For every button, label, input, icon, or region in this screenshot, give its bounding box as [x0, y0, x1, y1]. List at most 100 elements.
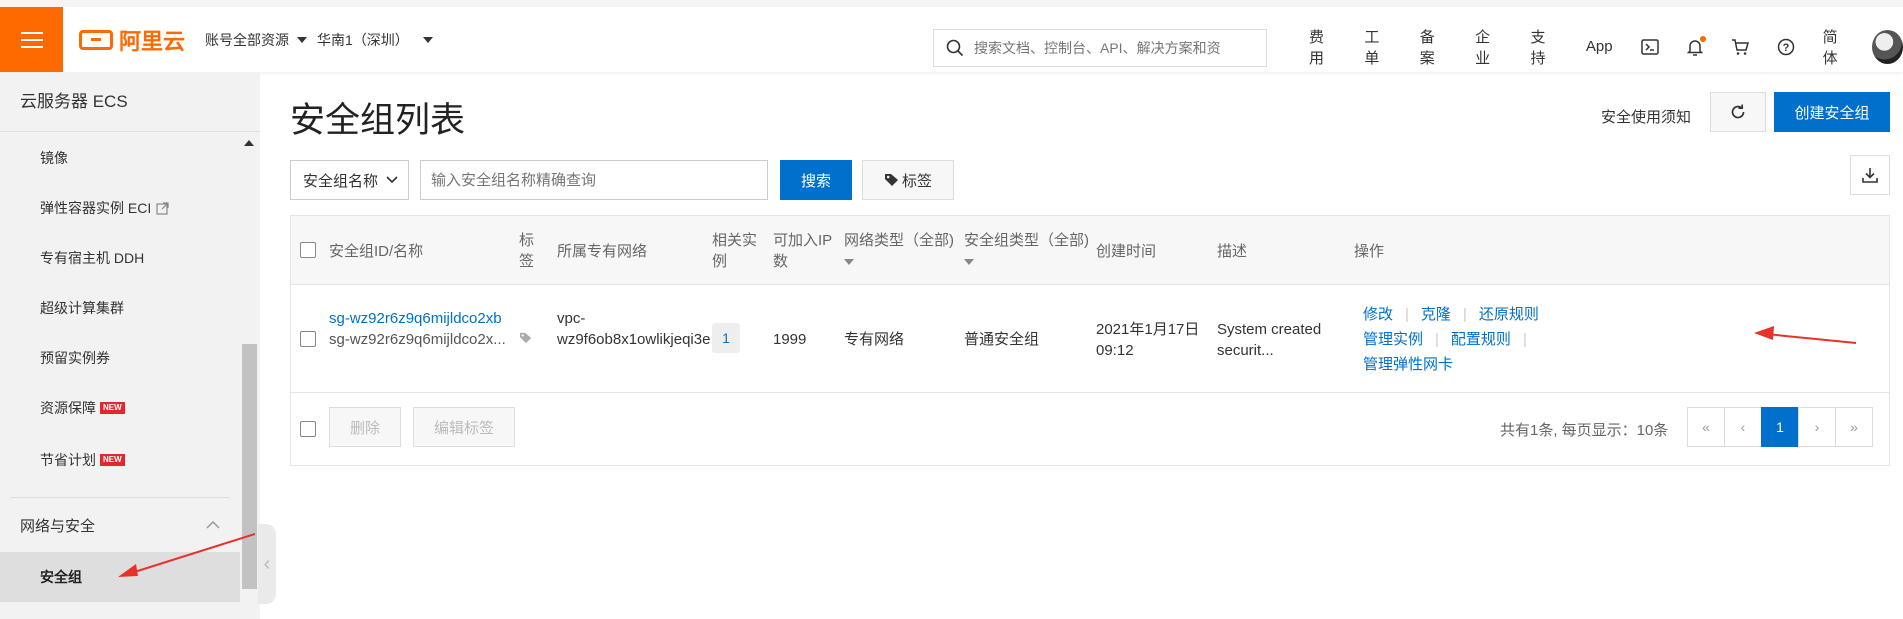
- pagination: « ‹ 1 › »: [1687, 407, 1873, 447]
- filter-field-select[interactable]: 安全组名称: [290, 160, 409, 200]
- sidebar-group-network-security[interactable]: 网络与安全: [0, 498, 240, 552]
- sidebar-menu: 镜像 弹性容器实例 ECI 专有宿主机 DDH 超级计算集群 预留实例券 资源保…: [0, 133, 240, 619]
- header-sg-type[interactable]: 安全组类型（全部): [964, 230, 1089, 265]
- nav-billing[interactable]: 费用: [1309, 26, 1336, 68]
- footer-select-all-checkbox[interactable]: [300, 421, 316, 437]
- search-button[interactable]: 搜索: [780, 160, 852, 200]
- sidebar-item-reserved-instances[interactable]: 预留实例券: [0, 333, 240, 383]
- description-line1: System created: [1217, 321, 1322, 338]
- security-group-id-link[interactable]: sg-wz92r6z9q6mijldco2xb: [329, 308, 502, 329]
- header-vpc: 所属专有网络: [557, 243, 648, 260]
- account-scope-label: 账号全部资源: [205, 31, 290, 48]
- aliyun-logo[interactable]: 阿里云: [79, 24, 185, 56]
- logo-text: 阿里云: [119, 28, 186, 54]
- download-button[interactable]: [1850, 155, 1890, 195]
- header-ip-line1: 可加入IP: [773, 232, 833, 249]
- next-page-button[interactable]: ›: [1798, 407, 1836, 447]
- sidebar-item-resource-assurance[interactable]: 资源保障 NEW: [0, 383, 240, 433]
- security-group-table: 安全组ID/名称 标签 所属专有网络 相关实例 可加入IP 数 网络类型（全部) …: [290, 215, 1890, 466]
- region-dropdown[interactable]: 华南1（深圳）: [317, 30, 433, 50]
- help-icon[interactable]: ?: [1777, 38, 1795, 56]
- sidebar-item-label: 预留实例券: [40, 350, 110, 366]
- sidebar-item-label: 安全组: [40, 569, 82, 585]
- nav-icp[interactable]: 备案: [1420, 26, 1447, 68]
- sidebar-item-label: 超级计算集群: [40, 300, 124, 316]
- page-1-button[interactable]: 1: [1761, 407, 1799, 447]
- header-tag: 标签: [519, 230, 534, 272]
- row-tag-icon[interactable]: [519, 329, 533, 350]
- related-instances-count[interactable]: 1: [712, 323, 740, 353]
- sg-type-value: 普通安全组: [964, 331, 1040, 348]
- cart-icon[interactable]: [1731, 38, 1749, 56]
- table-header: 安全组ID/名称 标签 所属专有网络 相关实例 可加入IP 数 网络类型（全部) …: [291, 216, 1889, 285]
- external-link-icon: [156, 201, 169, 215]
- menu-icon[interactable]: [0, 7, 63, 72]
- chevron-down-icon: [386, 176, 398, 184]
- select-all-checkbox[interactable]: [300, 242, 316, 258]
- search-icon: [946, 39, 964, 57]
- sidebar-item-savings-plan[interactable]: 节省计划 NEW: [0, 433, 240, 487]
- clone-link[interactable]: 克隆: [1421, 306, 1451, 323]
- header-related-line1: 相关实: [712, 232, 758, 249]
- header-actions: 操作: [1354, 243, 1385, 260]
- modify-link[interactable]: 修改: [1363, 306, 1393, 323]
- refresh-icon: [1731, 104, 1745, 119]
- download-icon: [1862, 168, 1878, 183]
- create-security-group-button[interactable]: 创建安全组: [1774, 92, 1890, 132]
- header-network-type[interactable]: 网络类型（全部): [844, 230, 954, 265]
- header-description: 描述: [1217, 243, 1248, 260]
- edit-tags-button[interactable]: 编辑标签: [413, 407, 515, 447]
- sidebar-item-image[interactable]: 镜像: [0, 133, 240, 183]
- filter-caret-icon[interactable]: [964, 259, 974, 265]
- nav-app[interactable]: App: [1586, 38, 1613, 55]
- first-page-button[interactable]: «: [1687, 407, 1725, 447]
- row-actions-line2: 管理实例 | 配置规则 |: [1363, 329, 1539, 350]
- global-search-input[interactable]: [974, 40, 1244, 56]
- sidebar-item-scc[interactable]: 超级计算集群: [0, 283, 240, 333]
- security-notice-link[interactable]: 安全使用须知: [1601, 106, 1691, 127]
- tag-icon: [884, 174, 898, 186]
- sidebar-item-eci[interactable]: 弹性容器实例 ECI: [0, 183, 240, 233]
- nav-support[interactable]: 支持: [1531, 26, 1558, 68]
- terminal-icon[interactable]: [1640, 38, 1659, 55]
- restore-rules-link[interactable]: 还原规则: [1479, 306, 1539, 323]
- main-content: 安全组列表 安全使用须知 创建安全组 安全组名称 搜索 标签 安全组ID/名称 …: [260, 72, 1903, 619]
- chevron-up-icon: [206, 521, 220, 529]
- bell-icon[interactable]: [1686, 35, 1706, 56]
- header-tag-line1: 标: [519, 232, 535, 249]
- filter-input[interactable]: [420, 160, 768, 200]
- row-checkbox[interactable]: [300, 331, 316, 347]
- sidebar-item-ddh[interactable]: 专有宿主机 DDH: [0, 233, 240, 283]
- ip-count-value: 1999: [773, 331, 807, 348]
- table-row: sg-wz92r6z9q6mijldco2xb sg-wz92r6z9q6mij…: [291, 285, 1889, 393]
- header-network-type-label: 网络类型（全部): [844, 232, 954, 249]
- action-separator: |: [1522, 331, 1527, 348]
- global-search[interactable]: [933, 29, 1267, 67]
- delete-button[interactable]: 删除: [329, 407, 401, 447]
- configure-rules-link[interactable]: 配置规则: [1451, 331, 1511, 348]
- sidebar-item-label: 节省计划: [40, 452, 96, 468]
- vpc-id-line1: vpc-: [557, 310, 586, 327]
- scroll-up-icon[interactable]: [244, 140, 254, 146]
- filter-caret-icon[interactable]: [844, 259, 854, 265]
- last-page-button[interactable]: »: [1835, 407, 1873, 447]
- sidebar-group-label: 网络与安全: [20, 517, 96, 535]
- refresh-button[interactable]: [1710, 92, 1766, 132]
- new-badge: NEW: [100, 454, 125, 466]
- network-type-value: 专有网络: [844, 331, 905, 348]
- sidebar-item-label: 专有宿主机 DDH: [40, 250, 145, 266]
- user-avatar[interactable]: [1871, 29, 1903, 64]
- nav-tickets[interactable]: 工单: [1364, 26, 1391, 68]
- manage-instances-link[interactable]: 管理实例: [1363, 331, 1423, 348]
- sidebar-item-security-group[interactable]: 安全组: [0, 552, 240, 602]
- action-separator: |: [1405, 306, 1409, 323]
- nav-enterprise[interactable]: 企业: [1475, 26, 1502, 68]
- account-scope-dropdown[interactable]: 账号全部资源: [205, 30, 308, 50]
- prev-page-button[interactable]: ‹: [1724, 407, 1762, 447]
- manage-eni-link[interactable]: 管理弹性网卡: [1363, 356, 1453, 373]
- sidebar-item-label: 资源保障: [40, 400, 96, 416]
- page-title: 安全组列表: [290, 101, 466, 140]
- tag-filter-button[interactable]: 标签: [862, 160, 954, 200]
- language-switch[interactable]: 简体: [1823, 26, 1850, 68]
- sidebar-scrollbar-thumb[interactable]: [242, 344, 257, 589]
